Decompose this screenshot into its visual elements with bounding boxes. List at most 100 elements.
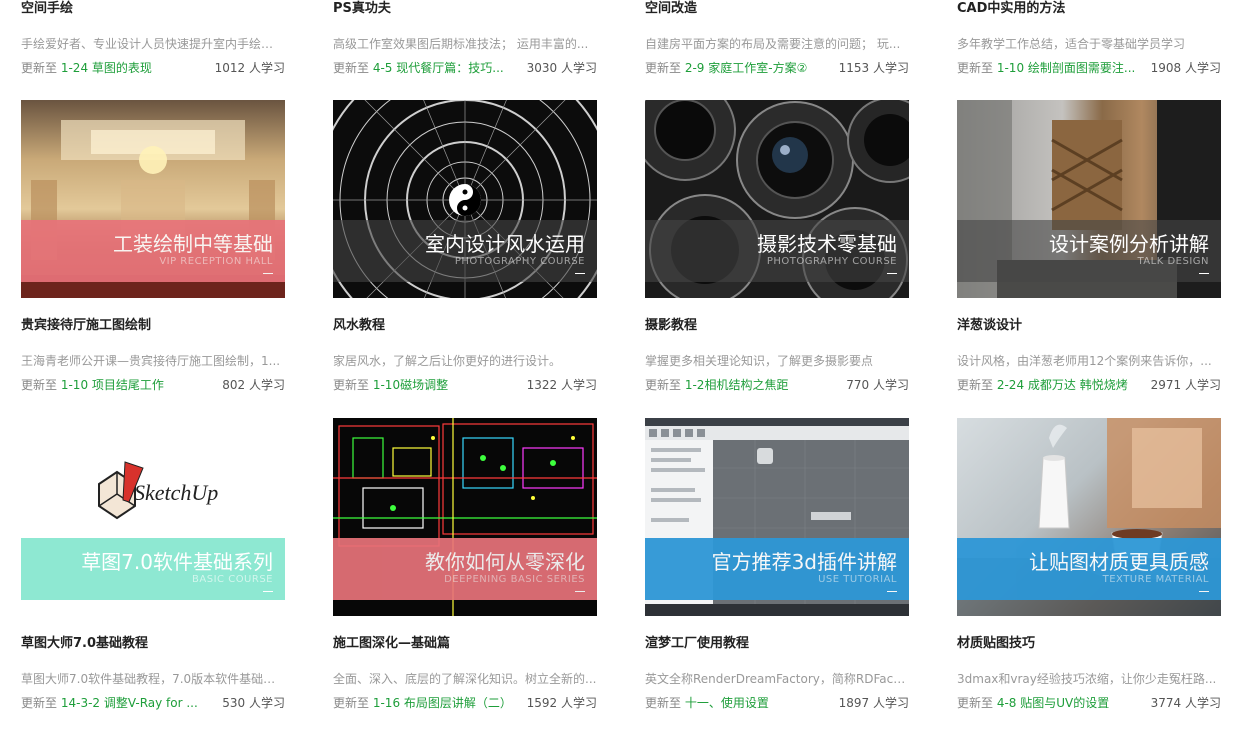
course-grid: 空间手绘 手绘爱好者、专业设计人员快速提升室内手绘表现... 更新至 1-24 … [0,0,1236,729]
course-meta: 更新至 2-24 成都万达 韩悦烧烤 2971 人学习 [957,377,1221,393]
banner-title: 工装绘制中等基础 [113,232,273,256]
banner-dash [887,273,897,274]
course-desc: 掌握更多相关理论知识，了解更多摄影要点 [645,354,874,368]
course-meta: 更新至 1-10 项目结尾工作 802 人学习 [21,377,285,393]
banner-title: 摄影技术零基础 [757,232,897,256]
banner-subtitle: PHOTOGRAPHY COURSE [454,256,585,267]
update-prefix: 更新至 [957,378,994,392]
course-thumbnail[interactable]: 教你如何从零深化 DEEPENING BASIC SERIES [333,418,597,616]
course-title[interactable]: CAD中实用的方法 [957,0,1221,18]
course-thumbnail[interactable]: 摄影技术零基础 PHOTOGRAPHY COURSE [645,100,909,298]
update-info: 更新至 4-5 现代餐厅篇：技巧... [333,60,504,76]
course-title[interactable]: 贵宾接待厅施工图绘制 [21,317,285,335]
latest-lesson-link[interactable]: 14-3-2 调整V-Ray for ... [61,696,198,710]
update-prefix: 更新至 [333,378,370,392]
course-meta: 更新至 2-9 家庭工作室-方案② 1153 人学习 [645,60,909,76]
sketchup-logo-text: SketchUp [134,480,218,505]
latest-lesson-link[interactable]: 1-2相机结构之焦距 [685,378,789,392]
latest-lesson-link[interactable]: 1-10磁场调整 [373,378,448,392]
course-banner: 草图7.0软件基础系列 BASIC COURSE [21,538,285,600]
course-title[interactable]: 施工图深化—基础篇 [333,635,597,653]
update-info: 更新至 十一、使用设置 [645,695,769,711]
learner-count: 770 人学习 [846,378,909,392]
course-title[interactable]: 洋葱谈设计 [957,317,1221,335]
latest-lesson-link[interactable]: 4-8 贴图与UV的设置 [997,696,1109,710]
latest-lesson-link[interactable]: 1-24 草图的表现 [61,61,152,75]
banner-title: 官方推荐3d插件讲解 [711,550,897,574]
course-card-top-3[interactable]: 空间改造 自建房平面方案的布局及需要注意的问题； 玩... 更新至 2-9 家庭… [645,0,909,76]
learner-count: 1908 人学习 [1150,61,1221,75]
latest-lesson-link[interactable]: 1-10 项目结尾工作 [61,378,164,392]
update-prefix: 更新至 [957,696,994,710]
course-meta: 更新至 14-3-2 调整V-Ray for ... 530 人学习 [21,695,285,711]
course-banner: 工装绘制中等基础 VIP RECEPTION HALL [21,220,285,282]
course-card-info: 摄影教程 掌握更多相关理论知识，了解更多摄影要点 更新至 1-2相机结构之焦距 … [645,317,909,393]
course-desc: 多年教学工作总结，适合于零基础学员学习 [957,37,1186,51]
learner-count: 802 人学习 [222,378,285,392]
learner-count: 1897 人学习 [838,696,909,710]
course-banner: 设计案例分析讲解 TALK DESIGN [957,220,1221,282]
course-meta: 更新至 1-24 草图的表现 1012 人学习 [21,60,285,76]
course-card-top-1[interactable]: 空间手绘 手绘爱好者、专业设计人员快速提升室内手绘表现... 更新至 1-24 … [21,0,285,76]
update-prefix: 更新至 [21,378,58,392]
course-card-top-4[interactable]: CAD中实用的方法 多年教学工作总结，适合于零基础学员学习 更新至 1-10 绘… [957,0,1221,76]
course-thumbnail[interactable]: 设计案例分析讲解 TALK DESIGN [957,100,1221,298]
learner-count: 530 人学习 [222,696,285,710]
course-meta: 更新至 4-5 现代餐厅篇：技巧... 3030 人学习 [333,60,597,76]
banner-dash [887,591,897,592]
course-thumbnail[interactable]: 室内设计风水运用 PHOTOGRAPHY COURSE [333,100,597,298]
learner-count: 1592 人学习 [526,696,597,710]
course-title[interactable]: 摄影教程 [645,317,909,335]
course-thumbnail[interactable]: SketchUp 草图7.0软件基础系列 BASIC COURSE [21,418,285,616]
banner-title: 让贴图材质更具质感 [1029,550,1209,574]
course-desc: 草图大师7.0软件基础教程，7.0版本软件基础教... [21,672,285,686]
latest-lesson-link[interactable]: 十一、使用设置 [685,696,769,710]
course-thumbnail[interactable]: 官方推荐3d插件讲解 USE TUTORIAL [645,418,909,616]
course-title[interactable]: PS真功夫 [333,0,597,18]
course-desc: 家居风水，了解之后让你更好的进行设计。 [333,354,562,368]
course-title[interactable]: 材质贴图技巧 [957,635,1221,653]
update-info: 更新至 2-24 成都万达 韩悦烧烤 [957,377,1128,393]
latest-lesson-link[interactable]: 1-16 布局图层讲解（二） [373,696,512,710]
update-prefix: 更新至 [21,696,58,710]
update-info: 更新至 1-2相机结构之焦距 [645,377,788,393]
course-thumbnail[interactable]: 让贴图材质更具质感 TEXTURE MATERIAL [957,418,1221,616]
banner-subtitle: BASIC COURSE [192,574,273,585]
course-desc: 手绘爱好者、专业设计人员快速提升室内手绘表现... [21,37,285,51]
course-title[interactable]: 渲梦工厂使用教程 [645,635,909,653]
course-card-info: 风水教程 家居风水，了解之后让你更好的进行设计。 更新至 1-10磁场调整 13… [333,317,597,393]
learner-count: 2971 人学习 [1150,378,1221,392]
update-info: 更新至 14-3-2 调整V-Ray for ... [21,695,198,711]
learner-count: 1012 人学习 [214,61,285,75]
course-meta: 更新至 1-10 绘制剖面图需要注... 1908 人学习 [957,60,1221,76]
course-card-info: 贵宾接待厅施工图绘制 王海青老师公开课—贵宾接待厅施工图绘制，1... 更新至 … [21,317,285,393]
course-title[interactable]: 空间手绘 [21,0,285,18]
course-banner: 室内设计风水运用 PHOTOGRAPHY COURSE [333,220,597,282]
course-banner: 让贴图材质更具质感 TEXTURE MATERIAL [957,538,1221,600]
latest-lesson-link[interactable]: 2-9 家庭工作室-方案② [685,61,808,75]
update-info: 更新至 1-10 项目结尾工作 [21,377,164,393]
learner-count: 1153 人学习 [838,61,909,75]
latest-lesson-link[interactable]: 1-10 绘制剖面图需要注... [997,61,1136,75]
course-thumbnail[interactable]: 工装绘制中等基础 VIP RECEPTION HALL [21,100,285,298]
banner-title: 室内设计风水运用 [425,232,585,256]
course-title[interactable]: 风水教程 [333,317,597,335]
update-prefix: 更新至 [645,696,682,710]
update-prefix: 更新至 [333,61,370,75]
update-info: 更新至 1-16 布局图层讲解（二） [333,695,512,711]
banner-dash [263,273,273,274]
course-desc: 3dmax和vray经验技巧浓缩，让你少走冤枉路... [957,672,1217,686]
course-card-top-2[interactable]: PS真功夫 高级工作室效果图后期标准技法； 运用丰富的... 更新至 4-5 现… [333,0,597,76]
learner-count: 1322 人学习 [526,378,597,392]
course-title[interactable]: 空间改造 [645,0,909,18]
banner-title: 草图7.0软件基础系列 [81,550,273,574]
latest-lesson-link[interactable]: 4-5 现代餐厅篇：技巧... [373,61,504,75]
course-card-info: 施工图深化—基础篇 全面、深入、底层的了解深化知识。树立全新的... 更新至 1… [333,635,597,711]
course-card-info: 渲梦工厂使用教程 英文全称RenderDreamFactory，简称RDFact… [645,635,909,711]
update-prefix: 更新至 [645,61,682,75]
course-banner: 摄影技术零基础 PHOTOGRAPHY COURSE [645,220,909,282]
update-info: 更新至 1-24 草图的表现 [21,60,152,76]
learner-count: 3774 人学习 [1150,696,1221,710]
course-title[interactable]: 草图大师7.0基础教程 [21,635,285,653]
latest-lesson-link[interactable]: 2-24 成都万达 韩悦烧烤 [997,378,1128,392]
